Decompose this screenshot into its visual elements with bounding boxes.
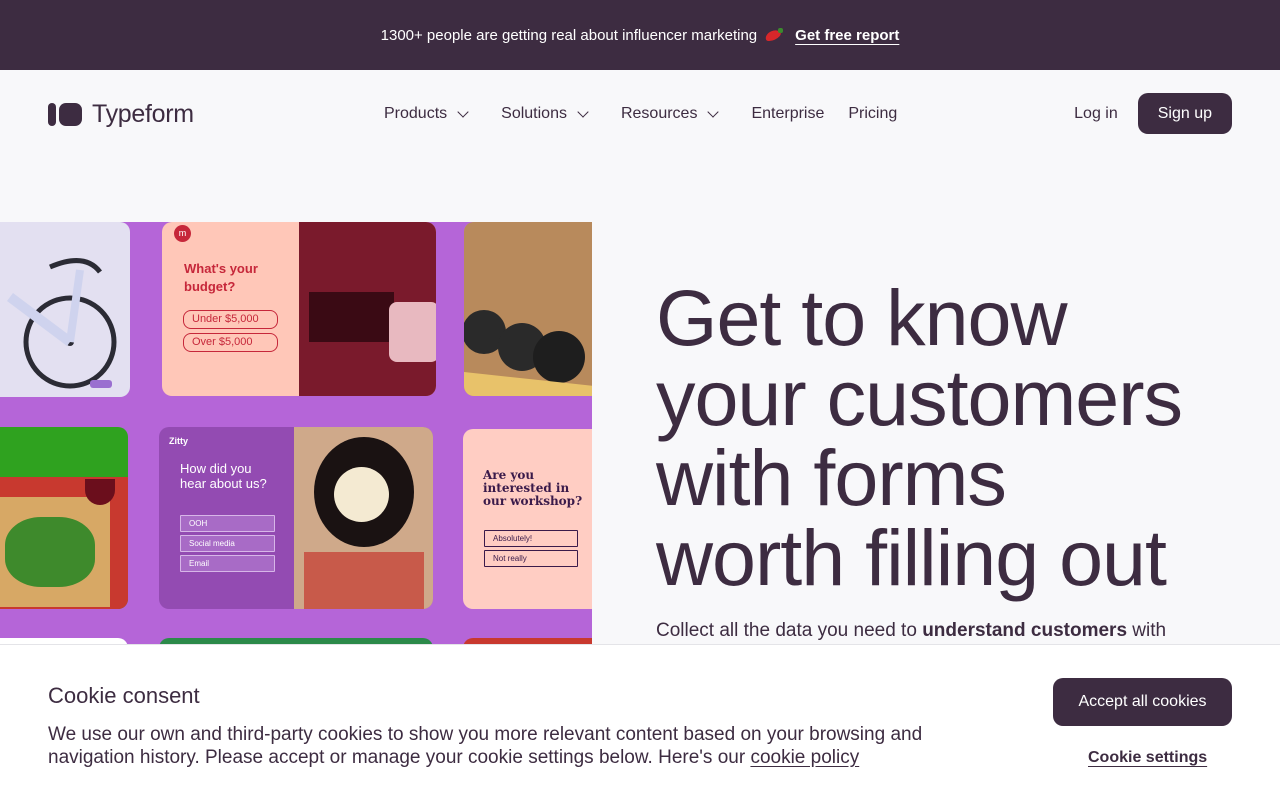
get-free-report-link[interactable]: Get free report — [795, 27, 899, 44]
hero-title-line: worth filling out — [656, 513, 1167, 602]
zitty-form-card: Zitty How did you hear about us? OOH Soc… — [159, 427, 433, 609]
nav-item-resources[interactable]: Resources — [620, 105, 720, 123]
chevron-down-icon — [457, 106, 469, 118]
nav-item-enterprise[interactable]: Enterprise — [751, 105, 824, 123]
bike-image — [0, 222, 130, 397]
cookie-policy-link[interactable]: cookie policy — [750, 747, 859, 768]
announcement-bar: 1300+ people are getting real about infl… — [0, 0, 1280, 70]
chili-icon — [763, 28, 785, 42]
announcement-text: 1300+ people are getting real about infl… — [380, 26, 758, 44]
workshop-option: Not really — [484, 550, 578, 567]
nav-menu: Products Solutions Resources Enterprise … — [384, 70, 921, 158]
hero-subtitle-bold: understand customers — [922, 620, 1128, 641]
cookie-title: Cookie consent — [48, 683, 200, 708]
nav-item-pricing[interactable]: Pricing — [848, 105, 897, 123]
chevron-down-icon — [707, 106, 720, 118]
nav-item-label: Pricing — [848, 105, 898, 122]
budget-form-card: m What's your budget? Under $5,000 Over … — [162, 222, 436, 396]
hero-subtitle: Collect all the data you need to underst… — [656, 620, 1166, 642]
cookie-consent-banner: Cookie consent We use our own and third-… — [0, 644, 1280, 800]
hero-title-line: Get to know — [656, 273, 1068, 362]
nav-item-label: Products — [384, 105, 448, 122]
workshop-form-card: Are you interested in our workshop? Abso… — [463, 429, 592, 609]
typeform-logo-icon — [48, 102, 82, 126]
hero-subtitle-text: with — [1127, 620, 1167, 641]
zitty-brand: Zitty — [169, 436, 188, 446]
workshop-question: Are you interested in our workshop? — [483, 468, 583, 508]
zitty-option: Email — [180, 555, 275, 572]
hero-subtitle-text: Collect all the data you need to — [656, 620, 923, 641]
nav-actions: Log in Sign up — [1074, 93, 1232, 134]
hero-title: Get to know your customers with forms wo… — [656, 278, 1256, 598]
dumbbell-image — [464, 222, 592, 396]
hero-title-line: your customers — [656, 353, 1183, 442]
zitty-option: OOH — [180, 515, 275, 532]
zitty-option: Social media — [180, 535, 275, 552]
budget-option: Over $5,000 — [183, 333, 278, 352]
zitty-question: How did you hear about us? — [180, 461, 267, 491]
login-link[interactable]: Log in — [1074, 105, 1118, 123]
accept-all-cookies-button[interactable]: Accept all cookies — [1053, 678, 1232, 726]
hero-title-line: with forms — [656, 433, 1007, 522]
logo-text: Typeform — [92, 99, 194, 128]
chevron-down-icon — [577, 106, 589, 118]
signup-button[interactable]: Sign up — [1137, 93, 1232, 134]
nav-item-label: Solutions — [501, 105, 567, 122]
salad-image — [0, 427, 128, 609]
workshop-option: Absolutely! — [484, 530, 578, 547]
typeform-logo[interactable]: Typeform — [48, 100, 194, 129]
cookie-text: We use our own and third-party cookies t… — [48, 723, 948, 769]
hero-collage: m What's your budget? Under $5,000 Over … — [0, 222, 592, 644]
nav-item-products[interactable]: Products — [384, 105, 469, 123]
brand-logo-icon: m — [174, 225, 191, 242]
budget-question: What's your budget? — [184, 261, 258, 294]
nav-item-label: Enterprise — [751, 105, 825, 122]
portrait-image — [294, 427, 433, 609]
record-player-image — [299, 222, 436, 396]
nav-item-label: Resources — [620, 105, 698, 122]
budget-option: Under $5,000 — [183, 310, 278, 329]
nav-item-solutions[interactable]: Solutions — [501, 105, 589, 123]
cookie-settings-button[interactable]: Cookie settings — [1088, 749, 1207, 767]
main-nav: Typeform Products Solutions Resources En… — [0, 70, 1280, 158]
